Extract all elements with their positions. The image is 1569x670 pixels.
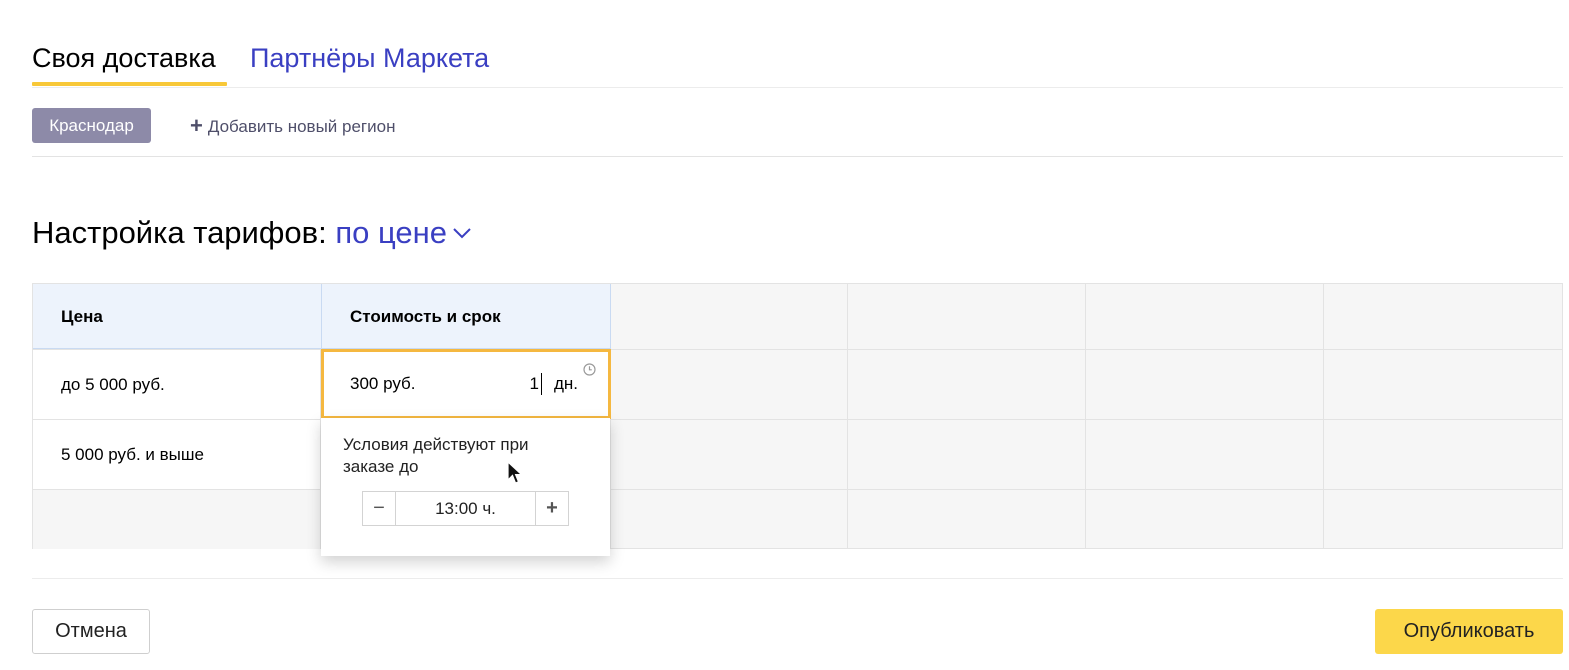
region-chip-krasnodar[interactable]: Краснодар	[32, 108, 151, 143]
time-stepper: − 13:00 ч. +	[362, 491, 569, 526]
empty-cell-row-3	[33, 490, 321, 549]
column-divider	[1085, 284, 1086, 548]
increment-button[interactable]: +	[535, 492, 568, 525]
popup-conditions-text: Условия действуют при заказе до	[343, 435, 529, 476]
tab-market-partners[interactable]: Партнёры Маркета	[250, 41, 489, 75]
footer-divider	[32, 578, 1563, 579]
header-cost-term: Стоимость и срок	[322, 284, 611, 349]
add-region-label: Добавить новый регион	[207, 117, 396, 136]
days-unit-label: дн.	[554, 374, 579, 393]
column-divider	[1323, 284, 1324, 548]
cost-input[interactable]: 300 руб.	[350, 352, 416, 416]
tariff-heading: Настройка тарифов: по цене	[32, 213, 471, 253]
clock-icon[interactable]	[583, 363, 596, 376]
price-cell-row-1: до 5 000 руб.	[33, 350, 321, 419]
mouse-pointer-icon	[507, 461, 523, 484]
tariff-heading-label: Настройка тарифов:	[32, 215, 327, 250]
days-input[interactable]: 1	[529, 352, 539, 416]
chevron-down-icon	[453, 228, 471, 239]
add-region-link[interactable]: + Добавить новый регион	[190, 108, 395, 143]
decrement-button[interactable]: −	[363, 492, 396, 525]
plus-icon: +	[190, 113, 203, 138]
price-cell-row-2: 5 000 руб. и выше	[33, 420, 321, 489]
cancel-button[interactable]: Отмена	[32, 609, 150, 654]
tariff-mode-label: по цене	[335, 215, 447, 250]
tariff-mode-dropdown[interactable]: по цене	[335, 215, 471, 250]
column-divider	[847, 284, 848, 548]
publish-button[interactable]: Опубликовать	[1375, 609, 1563, 654]
tariff-table: Цена Стоимость и срок до 5 000 руб. 5 00…	[32, 283, 1563, 549]
text-caret	[541, 373, 542, 395]
regions-bar: Краснодар + Добавить новый регион	[32, 88, 1563, 157]
active-tab-indicator	[32, 82, 227, 86]
cost-term-input-cell[interactable]: 300 руб. 1 дн.	[321, 349, 611, 419]
tab-own-delivery[interactable]: Своя доставка	[32, 41, 216, 75]
order-cutoff-popup: Условия действуют при заказе до − 13:00 …	[321, 418, 610, 556]
time-value-input[interactable]: 13:00 ч.	[397, 492, 534, 525]
delivery-tabs: Своя доставка Партнёры Маркета	[32, 0, 1563, 88]
header-price: Цена	[33, 284, 322, 349]
